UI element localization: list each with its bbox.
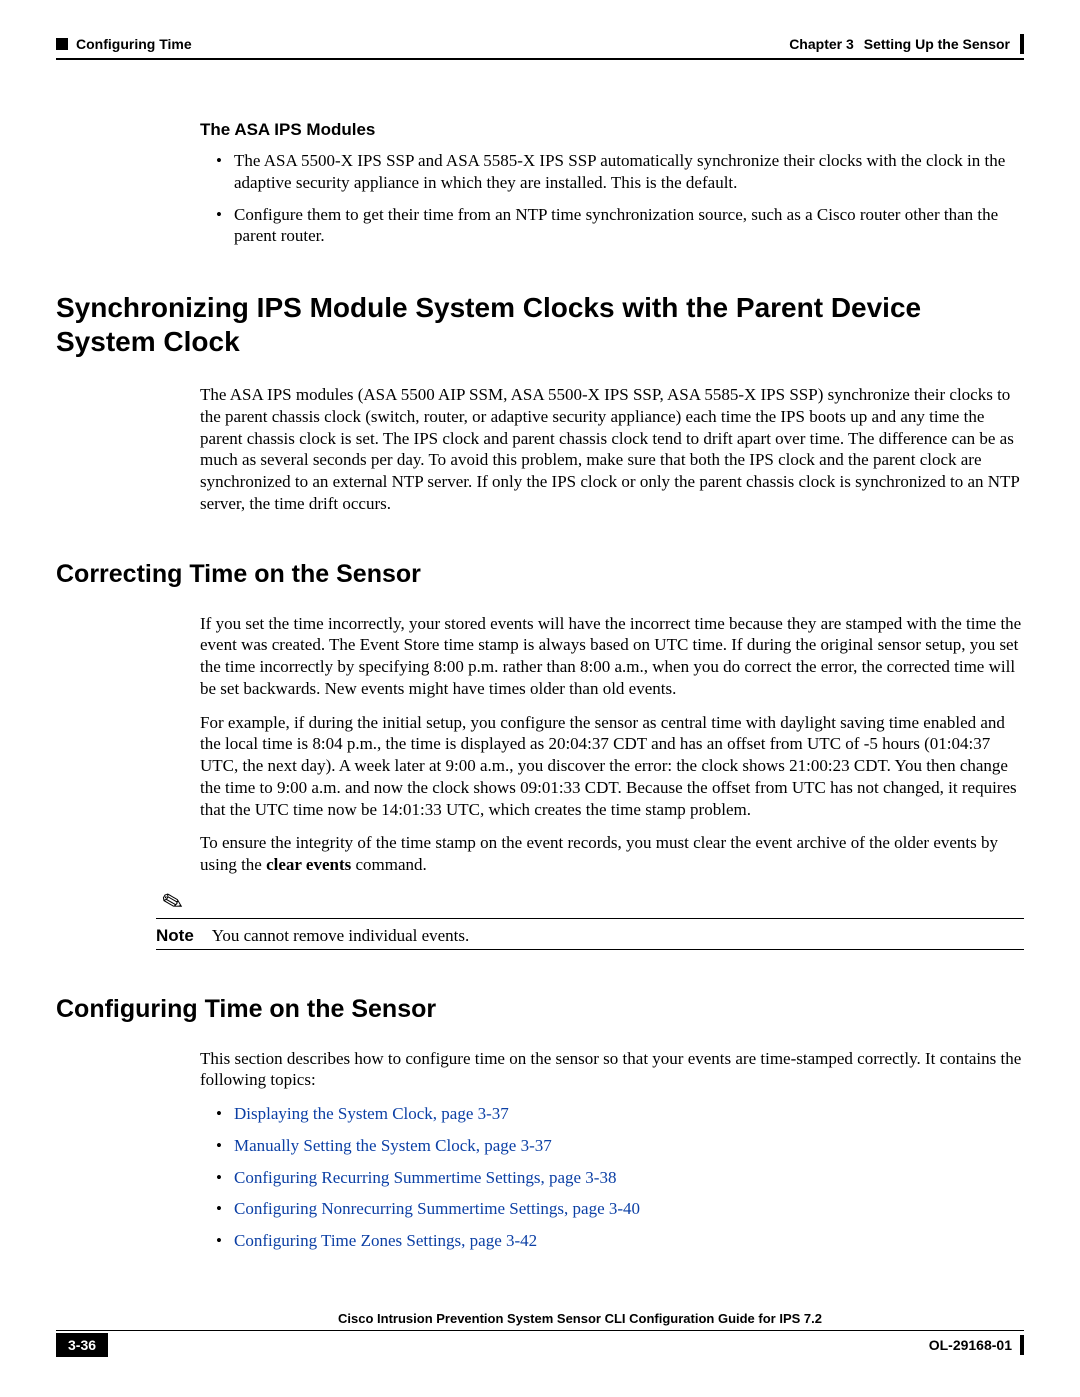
header-marker-icon bbox=[56, 38, 68, 50]
list-item: Displaying the System Clock, page 3-37 bbox=[200, 1103, 1024, 1125]
doc-id: OL-29168-01 bbox=[929, 1335, 1024, 1355]
header-left: Configuring Time bbox=[56, 36, 192, 52]
footer-rule bbox=[56, 1330, 1024, 1331]
header-rule bbox=[56, 58, 1024, 60]
topic-link[interactable]: Displaying the System Clock, page 3-37 bbox=[234, 1104, 509, 1123]
configuring-intro: This section describes how to configure … bbox=[200, 1048, 1024, 1092]
para3-post: command. bbox=[351, 855, 427, 874]
asa-ips-modules-block: The ASA IPS Modules The ASA 5500-X IPS S… bbox=[200, 120, 1024, 247]
sync-heading: Synchronizing IPS Module System Clocks w… bbox=[56, 291, 1024, 358]
asa-subheading: The ASA IPS Modules bbox=[200, 120, 1024, 140]
topic-link[interactable]: Configuring Nonrecurring Summertime Sett… bbox=[234, 1199, 640, 1218]
correcting-para-3: To ensure the integrity of the time stam… bbox=[200, 832, 1024, 876]
section-breadcrumb: Configuring Time bbox=[76, 36, 192, 52]
header-right: Chapter 3 Setting Up the Sensor bbox=[789, 34, 1024, 54]
topic-link-list: Displaying the System Clock, page 3-37 M… bbox=[200, 1103, 1024, 1252]
correcting-heading: Correcting Time on the Sensor bbox=[56, 559, 1024, 589]
note-line: Note You cannot remove individual events… bbox=[156, 925, 1024, 947]
list-item: Configuring Nonrecurring Summertime Sett… bbox=[200, 1198, 1024, 1220]
sync-paragraph: The ASA IPS modules (ASA 5500 AIP SSM, A… bbox=[200, 384, 1024, 515]
clear-events-command: clear events bbox=[266, 855, 351, 874]
list-item: Configuring Recurring Summertime Setting… bbox=[200, 1167, 1024, 1189]
page-footer: Cisco Intrusion Prevention System Sensor… bbox=[56, 1311, 1024, 1357]
topic-link[interactable]: Configuring Time Zones Settings, page 3-… bbox=[234, 1231, 537, 1250]
list-item: Configure them to get their time from an… bbox=[200, 204, 1024, 248]
page-number-tab: 3-36 bbox=[56, 1333, 108, 1357]
correcting-para-2: For example, if during the initial setup… bbox=[200, 712, 1024, 821]
note-label: Note bbox=[156, 925, 194, 947]
chapter-title: Setting Up the Sensor bbox=[864, 36, 1010, 52]
configuring-body: This section describes how to configure … bbox=[200, 1048, 1024, 1252]
note-rule-bottom bbox=[156, 949, 1024, 950]
configuring-heading: Configuring Time on the Sensor bbox=[56, 994, 1024, 1024]
sync-body: The ASA IPS modules (ASA 5500 AIP SSM, A… bbox=[200, 384, 1024, 515]
header-bar-icon bbox=[1020, 34, 1024, 54]
list-item: Configuring Time Zones Settings, page 3-… bbox=[200, 1230, 1024, 1252]
chapter-label: Chapter 3 bbox=[789, 36, 854, 52]
asa-bullet-list: The ASA 5500-X IPS SSP and ASA 5585-X IP… bbox=[200, 150, 1024, 247]
topic-link[interactable]: Configuring Recurring Summertime Setting… bbox=[234, 1168, 616, 1187]
correcting-body: If you set the time incorrectly, your st… bbox=[200, 613, 1024, 876]
doc-id-text: OL-29168-01 bbox=[929, 1337, 1012, 1353]
list-item: Manually Setting the System Clock, page … bbox=[200, 1135, 1024, 1157]
guide-title: Cisco Intrusion Prevention System Sensor… bbox=[136, 1311, 1024, 1326]
note-text: You cannot remove individual events. bbox=[212, 925, 469, 947]
note-rule-top bbox=[156, 918, 1024, 919]
note-block: ✎ Note You cannot remove individual even… bbox=[156, 890, 1024, 950]
running-header: Configuring Time Chapter 3 Setting Up th… bbox=[56, 34, 1024, 54]
footer-bar-icon bbox=[1020, 1335, 1024, 1355]
topic-link[interactable]: Manually Setting the System Clock, page … bbox=[234, 1136, 552, 1155]
pencil-icon: ✎ bbox=[159, 888, 187, 919]
list-item: The ASA 5500-X IPS SSP and ASA 5585-X IP… bbox=[200, 150, 1024, 194]
footer-row: 3-36 OL-29168-01 bbox=[56, 1333, 1024, 1357]
correcting-para-1: If you set the time incorrectly, your st… bbox=[200, 613, 1024, 700]
